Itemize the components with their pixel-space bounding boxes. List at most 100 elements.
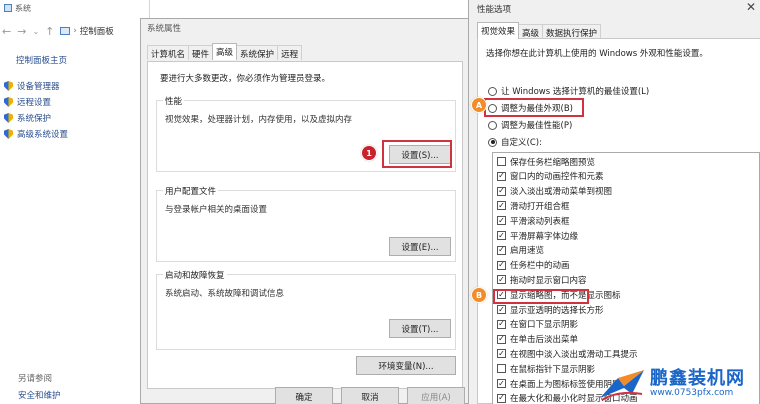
up-arrow-icon[interactable]: ↑	[45, 25, 54, 38]
checkbox-checked[interactable]: ✓	[497, 231, 506, 240]
window-title-text: 系统	[15, 3, 31, 13]
visual-effects-panel: 选择你想在此计算机上使用的 Windows 外观和性能设置。 让 Windows…	[477, 38, 760, 404]
link-label: 远程设置	[17, 98, 52, 108]
environment-variables-button[interactable]: 环境变量(N)...	[356, 356, 456, 375]
highlight-box	[493, 289, 589, 304]
effect-option[interactable]: 在鼠标指针下显示阴影	[497, 363, 596, 375]
dialog-footer: 确定 取消 应用(A)	[141, 387, 475, 404]
effect-option[interactable]: ✓ 在视图中淡入淡出或滑动工具提示	[497, 348, 638, 360]
radio-best-performance[interactable]: 调整为最佳性能(P)	[488, 119, 572, 131]
effect-option[interactable]: ✓ 平滑屏幕字体边缘	[497, 230, 579, 242]
checkbox-checked[interactable]: ✓	[497, 305, 506, 314]
tab-advanced[interactable]: 高级	[212, 43, 238, 60]
effect-option[interactable]: ✓ 在单击后淡出菜单	[497, 334, 578, 345]
radio-custom[interactable]: 自定义(C):	[488, 136, 542, 148]
link-advanced-system-settings[interactable]: 高级系统设置	[4, 128, 68, 140]
breadcrumb-control-panel[interactable]: 控制面板	[80, 25, 114, 37]
startup-recovery-title: 启动和故障恢复	[163, 269, 227, 281]
step-badge-1: 1	[362, 146, 376, 160]
effect-label: 平滑屏幕字体边缘	[510, 231, 579, 242]
see-also-heading: 另请参阅	[18, 374, 53, 384]
startup-recovery-settings-button[interactable]: 设置(T)...	[389, 319, 451, 338]
effect-label: 淡入淡出或滑动菜单到视图	[510, 187, 613, 198]
checkbox-checked[interactable]: ✓	[497, 186, 506, 196]
effect-option[interactable]: ✓ 拖动时显示窗口内容	[497, 274, 587, 286]
effect-option[interactable]: ✓ 显示亚透明的选择长方形	[497, 304, 604, 316]
link-label: 设备管理器	[17, 82, 60, 92]
shield-icon	[4, 113, 13, 123]
radio-button-selected[interactable]	[488, 137, 497, 147]
performance-options-dialog: 性能选项 ✕ 视觉效果 高级 数据执行保护 选择你想在此计算机上使用的 Wind…	[468, 0, 760, 404]
effect-label: 在单击后淡出菜单	[510, 335, 579, 346]
checkbox-checked[interactable]: ✓	[497, 260, 506, 270]
radio-button[interactable]	[488, 120, 497, 130]
link-security-maintenance[interactable]: 安全和维护	[18, 389, 61, 401]
tab-bar: 计算机名 硬件 高级 系统保护 远程	[147, 43, 303, 61]
close-icon[interactable]: ✕	[746, 0, 756, 14]
window-title: 系统	[4, 2, 31, 14]
watermark-name: 鹏鑫装机网	[650, 368, 745, 389]
user-profiles-settings-button[interactable]: 设置(E)...	[389, 237, 451, 256]
checkbox-checked[interactable]: ✓	[497, 275, 506, 285]
user-profiles-title: 用户配置文件	[163, 185, 219, 197]
dialog-title: 系统属性	[147, 24, 182, 34]
effect-option[interactable]: ✓ 淡入淡出或滑动菜单到视图	[497, 186, 612, 197]
apply-button[interactable]: 应用(A)	[407, 387, 465, 404]
tab-hardware[interactable]: 硬件	[188, 45, 214, 60]
checkbox-checked[interactable]: ✓	[497, 349, 506, 359]
effect-label: 在鼠标指针下显示阴影	[510, 364, 596, 375]
effect-option[interactable]: ✓ 滑动打开组合框	[497, 200, 570, 212]
effect-label: 任务栏中的动画	[510, 261, 570, 272]
effect-option[interactable]: ✓ 在窗口下显示阴影	[497, 319, 578, 330]
effect-option[interactable]: ✓ 任务栏中的动画	[497, 260, 570, 271]
tab-visual-effects[interactable]: 视觉效果	[477, 22, 520, 39]
radio-label: 自定义(C):	[501, 138, 542, 148]
ok-button[interactable]: 确定	[275, 387, 333, 404]
checkbox-checked[interactable]: ✓	[497, 171, 506, 181]
chevron-down-icon[interactable]: ⌄	[32, 27, 39, 36]
highlight-box	[484, 98, 584, 117]
checkbox-checked[interactable]: ✓	[497, 216, 506, 226]
tab-computer-name[interactable]: 计算机名	[147, 45, 190, 60]
radio-let-windows-choose[interactable]: 让 Windows 选择计算机的最佳设置(L)	[488, 85, 649, 97]
checkbox-unchecked[interactable]	[497, 364, 506, 374]
effect-label: 启用速览	[510, 246, 545, 257]
effect-label: 平滑滚动列表框	[510, 216, 570, 227]
dialog-title: 性能选项	[477, 5, 512, 15]
performance-desc: 视觉效果，处理器计划，内存使用，以及虚拟内存	[165, 115, 353, 125]
effect-option[interactable]: 保存任务栏缩略图预览	[497, 156, 595, 168]
checkbox-checked[interactable]: ✓	[497, 201, 506, 211]
effect-option[interactable]: ✓ 平滑滚动列表框	[497, 215, 570, 227]
watermark: 鹏鑫装机网 www.0753pfx.com	[598, 364, 760, 404]
tab-dep[interactable]: 数据执行保护	[542, 24, 602, 39]
effect-label: 显示亚透明的选择长方形	[510, 305, 604, 316]
tab-remote[interactable]: 远程	[277, 45, 303, 60]
link-device-manager[interactable]: 设备管理器	[4, 80, 60, 92]
checkbox-checked[interactable]: ✓	[497, 245, 506, 255]
link-label: 高级系统设置	[17, 130, 69, 140]
performance-title: 性能	[163, 95, 185, 107]
checkbox-checked[interactable]: ✓	[497, 379, 506, 388]
forward-arrow-icon[interactable]: →	[17, 25, 26, 38]
effect-option[interactable]: ✓ 窗口内的动画控件和元素	[497, 171, 604, 182]
link-remote-settings[interactable]: 远程设置	[4, 96, 51, 108]
checkbox-unchecked[interactable]	[497, 157, 506, 166]
watermark-logo	[600, 370, 644, 401]
radio-button[interactable]	[488, 86, 497, 96]
checkbox-checked[interactable]: ✓	[497, 334, 506, 344]
radio-label: 调整为最佳性能(P)	[501, 121, 573, 131]
highlight-box	[382, 140, 452, 168]
link-system-protection[interactable]: 系统保护	[4, 112, 51, 124]
link-label: 系统保护	[17, 114, 52, 124]
tab-system-protection[interactable]: 系统保护	[236, 45, 279, 60]
cancel-button[interactable]: 取消	[341, 387, 399, 404]
checkbox-checked[interactable]: ✓	[497, 319, 506, 329]
effect-label: 在窗口下显示阴影	[510, 320, 579, 331]
effect-option[interactable]: ✓ 启用速览	[497, 245, 544, 256]
tab-advanced[interactable]: 高级	[518, 24, 544, 39]
shield-icon	[4, 97, 13, 107]
back-arrow-icon[interactable]: ←	[2, 25, 11, 38]
control-panel-home-link[interactable]: 控制面板主页	[16, 54, 67, 66]
checkbox-checked[interactable]: ✓	[497, 393, 506, 403]
breadcrumb[interactable]: › 控制面板	[60, 25, 114, 37]
